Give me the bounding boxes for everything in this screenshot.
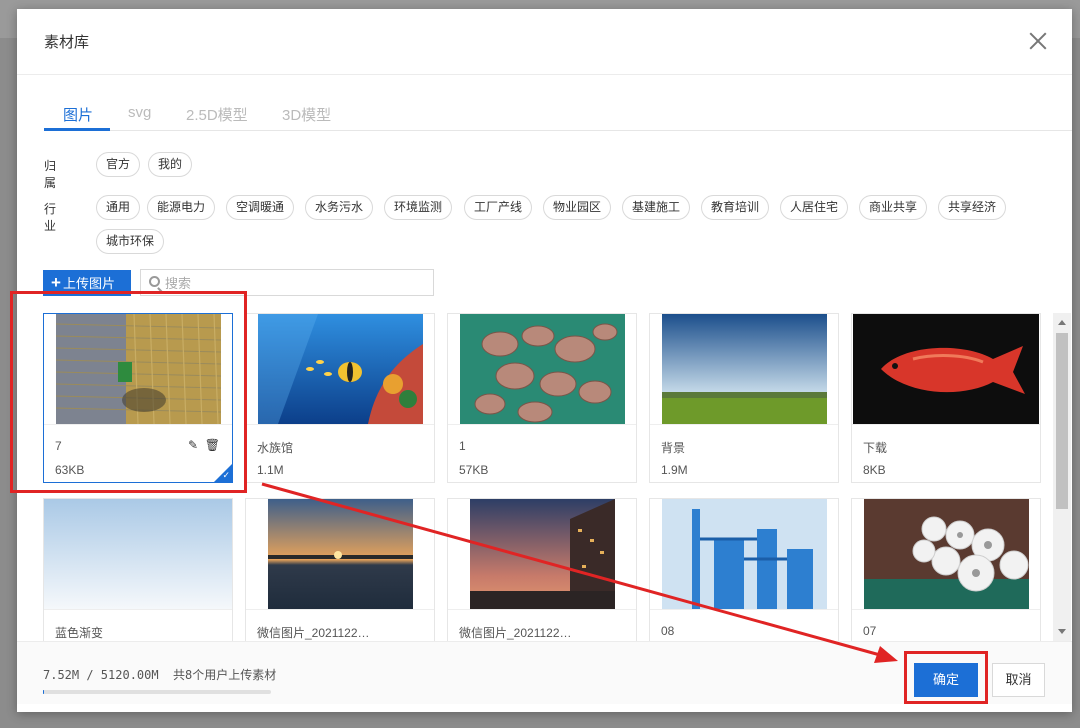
chip-industry-environment[interactable]: 环境监测 xyxy=(384,195,453,220)
scroll-thumb[interactable] xyxy=(1056,333,1068,509)
thumbnail-sunset-lake xyxy=(268,499,413,609)
chip-industry-sharing[interactable]: 共享经济 xyxy=(938,195,1007,220)
storage-progress-bar xyxy=(43,690,271,694)
tab-svg[interactable]: svg xyxy=(128,104,151,121)
chip-mine[interactable]: 我的 xyxy=(148,152,193,177)
industry-label: 行业 xyxy=(44,202,57,233)
material-card[interactable]: 07 xyxy=(851,498,1041,641)
material-card[interactable]: 下载 8KB xyxy=(851,313,1041,483)
material-name: 水族馆 xyxy=(257,441,294,455)
material-card[interactable]: 背景 1.9M xyxy=(649,313,839,483)
card-info: 背景 1.9M xyxy=(650,424,838,482)
upload-image-button[interactable]: + 上传图片 xyxy=(43,270,131,296)
material-size: 1.9M xyxy=(661,463,688,477)
material-size: 57KB xyxy=(459,463,489,477)
storage-usage: 7.52M / 5120.00M 共8个用户上传素材 xyxy=(43,666,276,683)
confirm-button[interactable]: 确定 xyxy=(914,663,978,697)
material-size: 1.1M xyxy=(257,463,284,477)
close-icon[interactable] xyxy=(1028,31,1048,51)
search-icon xyxy=(149,276,160,287)
material-size: 8KB xyxy=(863,463,886,477)
material-name: 微信图片_2021122… xyxy=(459,626,572,640)
card-info: 08 xyxy=(650,609,838,641)
chip-official[interactable]: 官方 xyxy=(96,152,141,177)
thumbnail-building-dusk xyxy=(470,499,615,609)
thumbnail-landscape xyxy=(662,314,827,424)
thumbnail-aquarium xyxy=(258,314,423,424)
thumbnail-blue-gradient xyxy=(44,499,232,609)
active-tab-indicator xyxy=(44,128,110,131)
material-grid: 7 ✎ 🗑 63KB ✓ 水族馆 1.1M 1 57KB 背景 1.9M 下载 … xyxy=(43,313,1043,641)
material-name: 微信图片_2021122… xyxy=(257,626,370,640)
material-size: 63KB xyxy=(55,463,85,477)
material-card[interactable]: 微信图片_2021122… xyxy=(447,498,637,641)
upload-label: 上传图片 xyxy=(62,276,115,291)
ownership-label: 归属 xyxy=(44,159,57,190)
material-name: 背景 xyxy=(661,441,686,455)
material-name: 蓝色渐变 xyxy=(55,626,104,640)
material-name: 下载 xyxy=(863,441,888,455)
plus-icon: + xyxy=(51,273,61,292)
scroll-down-icon[interactable] xyxy=(1058,629,1066,634)
thumbnail-arowana-fish xyxy=(853,314,1039,424)
dialog-header: 素材库 xyxy=(17,9,1072,75)
chip-industry-general[interactable]: 通用 xyxy=(96,195,141,220)
card-info: 7 ✎ 🗑 63KB xyxy=(44,424,232,482)
storage-usage-value: 7.52M / 5120.00M xyxy=(43,668,159,682)
tab-2-5d-model[interactable]: 2.5D模型 xyxy=(186,104,248,125)
chip-industry-hvac[interactable]: 空调暖通 xyxy=(226,195,295,220)
tab-3d-model[interactable]: 3D模型 xyxy=(282,104,331,125)
thumbnail-farm-harvester xyxy=(56,314,221,424)
chip-industry-city[interactable]: 城市环保 xyxy=(96,229,165,254)
material-name: 07 xyxy=(863,624,877,638)
material-name: 08 xyxy=(661,624,675,638)
chip-industry-property[interactable]: 物业园区 xyxy=(543,195,612,220)
material-card[interactable]: 1 57KB xyxy=(447,313,637,483)
card-info: 1 57KB xyxy=(448,424,636,482)
check-mark-icon: ✓ xyxy=(222,470,230,480)
card-info: 水族馆 1.1M xyxy=(246,424,434,482)
chip-industry-education[interactable]: 教育培训 xyxy=(701,195,770,220)
material-card[interactable]: 7 ✎ 🗑 63KB ✓ xyxy=(43,313,233,483)
card-info: 下载 8KB xyxy=(852,424,1040,482)
edit-icon[interactable]: ✎ xyxy=(188,438,198,452)
material-card[interactable]: 蓝色渐变 xyxy=(43,498,233,641)
dialog-footer: 7.52M / 5120.00M 共8个用户上传素材 确定 取消 xyxy=(17,641,1072,704)
dialog-title: 素材库 xyxy=(44,34,90,51)
chip-industry-energy[interactable]: 能源电力 xyxy=(147,195,216,220)
scroll-up-icon[interactable] xyxy=(1058,320,1066,325)
card-info: 蓝色渐变 xyxy=(44,609,232,641)
card-info: 07 xyxy=(852,609,1040,641)
thumbnail-industrial-plant xyxy=(662,499,827,609)
chip-industry-commercial[interactable]: 商业共享 xyxy=(859,195,928,220)
grid-scrollbar[interactable] xyxy=(1053,313,1071,641)
search-box[interactable] xyxy=(140,269,434,296)
thumbnail-yarn-spools xyxy=(864,499,1029,609)
thumbnail-mushrooms xyxy=(460,314,625,424)
chip-industry-water[interactable]: 水务污水 xyxy=(305,195,374,220)
tab-bar: 图片 svg 2.5D模型 3D模型 xyxy=(44,99,1072,131)
cancel-button[interactable]: 取消 xyxy=(992,663,1045,697)
material-card[interactable]: 水族馆 1.1M xyxy=(245,313,435,483)
search-input[interactable] xyxy=(165,274,425,292)
chip-industry-construction[interactable]: 基建施工 xyxy=(622,195,691,220)
tab-images[interactable]: 图片 xyxy=(63,104,93,125)
material-name: 1 xyxy=(459,439,466,453)
card-info: 微信图片_2021122… xyxy=(448,609,636,641)
chip-industry-residential[interactable]: 人居住宅 xyxy=(780,195,849,220)
card-actions: ✎ 🗑 xyxy=(188,438,220,452)
card-info: 微信图片_2021122… xyxy=(246,609,434,641)
chip-industry-factory[interactable]: 工厂产线 xyxy=(464,195,533,220)
delete-icon[interactable]: 🗑 xyxy=(205,438,220,452)
material-card[interactable]: 微信图片_2021122… xyxy=(245,498,435,641)
upload-note: 共8个用户上传素材 xyxy=(173,668,277,682)
material-card[interactable]: 08 xyxy=(649,498,839,641)
